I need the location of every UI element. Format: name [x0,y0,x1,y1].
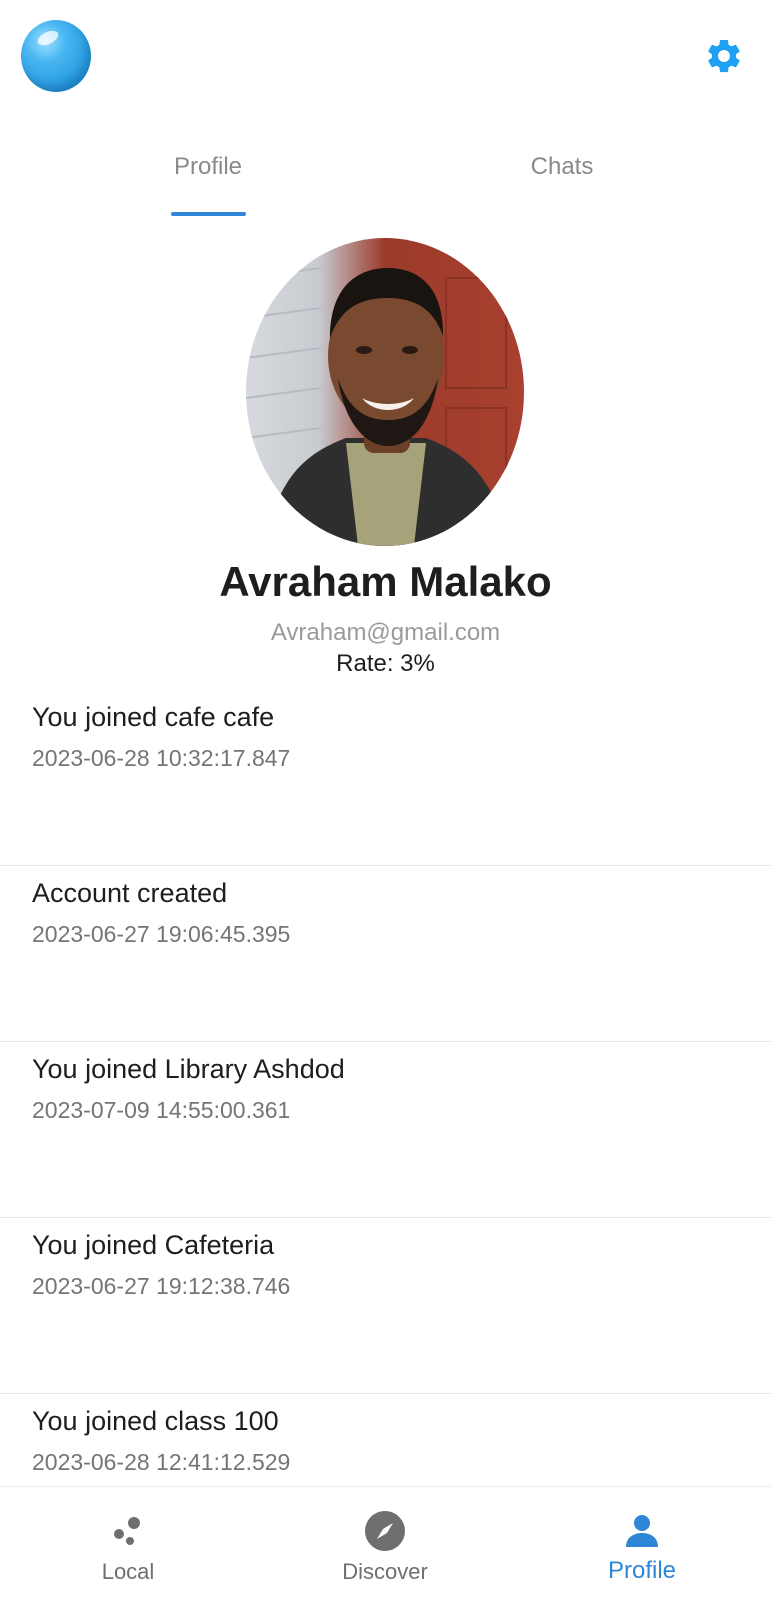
compass-icon [361,1507,409,1555]
nav-discover[interactable]: Discover [295,1487,475,1600]
activity-list[interactable]: You joined cafe cafe 2023-06-28 10:32:17… [0,690,771,1486]
app-logo [21,20,91,92]
nav-profile[interactable]: Profile [552,1487,732,1600]
list-item[interactable]: Account created 2023-06-27 19:06:45.395 [0,866,771,1042]
activity-time: 2023-06-28 12:41:12.529 [32,1449,291,1475]
tab-chats[interactable]: Chats [462,140,662,220]
bottom-nav: Local Discover Profile [0,1486,771,1600]
avatar-photo [246,267,508,546]
activity-title: You joined Library Ashdod [32,1054,345,1084]
gear-icon [708,39,740,73]
activity-time: 2023-06-27 19:06:45.395 [32,921,291,947]
tab-profile[interactable]: Profile [108,140,308,220]
activity-time: 2023-07-09 14:55:00.361 [32,1097,291,1123]
tab-bar: Profile Chats [0,140,771,220]
person-icon [618,1507,666,1555]
profile-screen: Profile Chats Avraham Malako Avraham@gma… [0,0,771,1600]
activity-time: 2023-06-28 10:32:17.847 [32,745,291,771]
nav-label: Profile [607,1557,677,1584]
activity-title: You joined Cafeteria [32,1230,275,1260]
activity-title: You joined cafe cafe [32,702,275,732]
list-item[interactable]: You joined class 100 2023-06-28 12:41:12… [0,1394,771,1486]
tab-selected-indicator [171,212,246,216]
list-item[interactable]: You joined Cafeteria 2023-06-27 19:12:38… [0,1218,771,1394]
user-name: Avraham Malako [219,558,552,605]
dots-icon [104,1507,152,1555]
activity-time: 2023-06-27 19:12:38.746 [32,1273,291,1299]
settings-button[interactable] [700,32,748,80]
activity-title: Account created [32,878,228,908]
avatar[interactable] [246,238,524,546]
user-rate: Rate: 3% [336,650,435,677]
nav-label: Local [101,1559,155,1584]
nav-label: Discover [342,1559,428,1584]
list-item[interactable]: You joined cafe cafe 2023-06-28 10:32:17… [0,690,771,866]
nav-local[interactable]: Local [38,1487,218,1600]
user-email: Avraham@gmail.com [270,619,501,646]
list-item[interactable]: You joined Library Ashdod 2023-07-09 14:… [0,1042,771,1218]
activity-title: You joined class 100 [32,1406,279,1436]
